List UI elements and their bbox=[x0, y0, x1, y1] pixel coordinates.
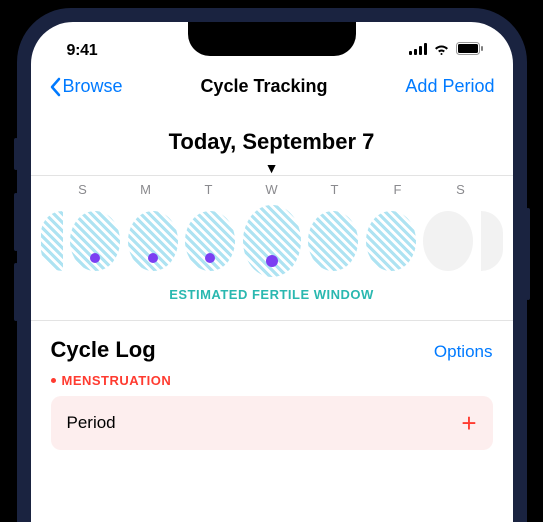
day-oval[interactable] bbox=[308, 211, 358, 271]
day-label: S bbox=[57, 182, 109, 197]
phone-frame: 9:41 Browse Cycle Tracking bbox=[17, 8, 527, 522]
date-heading: Today, September 7 bbox=[31, 129, 513, 163]
power-button[interactable] bbox=[526, 208, 530, 300]
back-label: Browse bbox=[63, 76, 123, 97]
cellular-icon bbox=[409, 42, 427, 60]
chevron-left-icon bbox=[49, 77, 61, 97]
day-label: S bbox=[435, 182, 487, 197]
period-label: Period bbox=[67, 413, 116, 433]
wifi-icon bbox=[433, 42, 450, 60]
day-oval[interactable] bbox=[366, 211, 416, 271]
page-title: Cycle Tracking bbox=[200, 76, 327, 97]
week-row: S M T W T F S ESTIMATED FERTILE WINDOW bbox=[31, 175, 513, 320]
cycle-log-options-button[interactable]: Options bbox=[434, 342, 493, 362]
day-ovals-row[interactable] bbox=[41, 197, 503, 283]
silent-switch[interactable] bbox=[14, 138, 18, 170]
period-card[interactable]: Period + bbox=[51, 396, 493, 450]
screen: 9:41 Browse Cycle Tracking bbox=[31, 22, 513, 522]
day-oval-today[interactable] bbox=[243, 205, 301, 277]
status-indicators bbox=[409, 42, 483, 60]
volume-up-button[interactable] bbox=[14, 193, 18, 251]
back-button[interactable]: Browse bbox=[49, 76, 123, 97]
plus-icon: + bbox=[461, 410, 476, 436]
notch bbox=[188, 22, 356, 56]
log-dot-icon bbox=[205, 253, 215, 263]
day-label: T bbox=[309, 182, 361, 197]
log-dot-icon bbox=[148, 253, 158, 263]
day-labels: S M T W T F S bbox=[49, 182, 495, 197]
log-dot-icon bbox=[266, 255, 278, 267]
add-period-button[interactable]: Add Period bbox=[405, 76, 494, 97]
menstruation-section-label: MENSTRUATION bbox=[31, 367, 513, 396]
log-dot-icon bbox=[90, 253, 100, 263]
red-dot-icon bbox=[51, 378, 56, 383]
cycle-log-title: Cycle Log bbox=[51, 337, 156, 363]
nav-bar: Browse Cycle Tracking Add Period bbox=[31, 66, 513, 105]
battery-icon bbox=[456, 42, 483, 60]
today-pointer-icon: ▼ bbox=[31, 163, 513, 173]
day-label: M bbox=[120, 182, 172, 197]
day-label: F bbox=[372, 182, 424, 197]
day-oval[interactable] bbox=[128, 211, 178, 271]
menstruation-text: MENSTRUATION bbox=[62, 373, 172, 388]
day-oval[interactable] bbox=[70, 211, 120, 271]
cycle-log-header: Cycle Log Options bbox=[31, 321, 513, 367]
day-label: W bbox=[246, 182, 298, 197]
day-oval-next-edge[interactable] bbox=[481, 211, 503, 271]
volume-down-button[interactable] bbox=[14, 263, 18, 321]
fertile-window-label: ESTIMATED FERTILE WINDOW bbox=[49, 283, 495, 320]
day-oval[interactable] bbox=[423, 211, 473, 271]
day-oval-prev-edge[interactable] bbox=[41, 211, 63, 271]
day-label: T bbox=[183, 182, 235, 197]
status-time: 9:41 bbox=[67, 42, 98, 60]
day-oval[interactable] bbox=[185, 211, 235, 271]
